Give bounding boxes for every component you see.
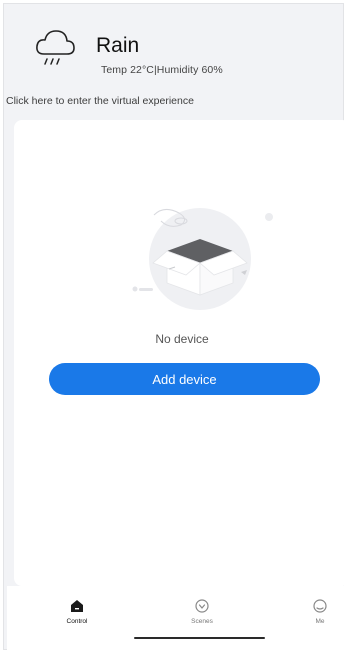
- home-icon: [71, 600, 83, 612]
- weather-detail: Temp 22°C|Humidity 60%: [101, 64, 223, 76]
- tab-me[interactable]: Me: [290, 598, 350, 625]
- home-indicator: [134, 637, 265, 639]
- tab-label-me: Me: [315, 618, 325, 625]
- tab-label-scenes: Scenes: [191, 618, 213, 625]
- weather-condition: Rain: [96, 34, 140, 57]
- device-card: No device Add device: [14, 120, 350, 586]
- tab-scenes[interactable]: Scenes: [172, 598, 232, 625]
- empty-state-message: No device: [155, 332, 209, 346]
- tab-control[interactable]: Control: [47, 598, 107, 625]
- phone-frame: Rain Temp 22°C|Humidity 60% Click here t…: [0, 0, 353, 659]
- open-box-icon: [132, 208, 273, 310]
- app-screen: Rain Temp 22°C|Humidity 60% Click here t…: [3, 3, 350, 654]
- weather-header: Rain Temp 22°C|Humidity 60% Click here t…: [4, 4, 343, 119]
- virtual-experience-link[interactable]: Click here to enter the virtual experien…: [6, 95, 194, 107]
- tab-label-control: Control: [66, 618, 88, 625]
- add-device-button[interactable]: Add device: [49, 363, 320, 395]
- me-icon: [313, 599, 327, 613]
- rain-cloud-icon: [36, 30, 75, 65]
- scenes-icon: [195, 599, 209, 613]
- bottom-tab-bar: Control Scenes Me: [7, 586, 348, 654]
